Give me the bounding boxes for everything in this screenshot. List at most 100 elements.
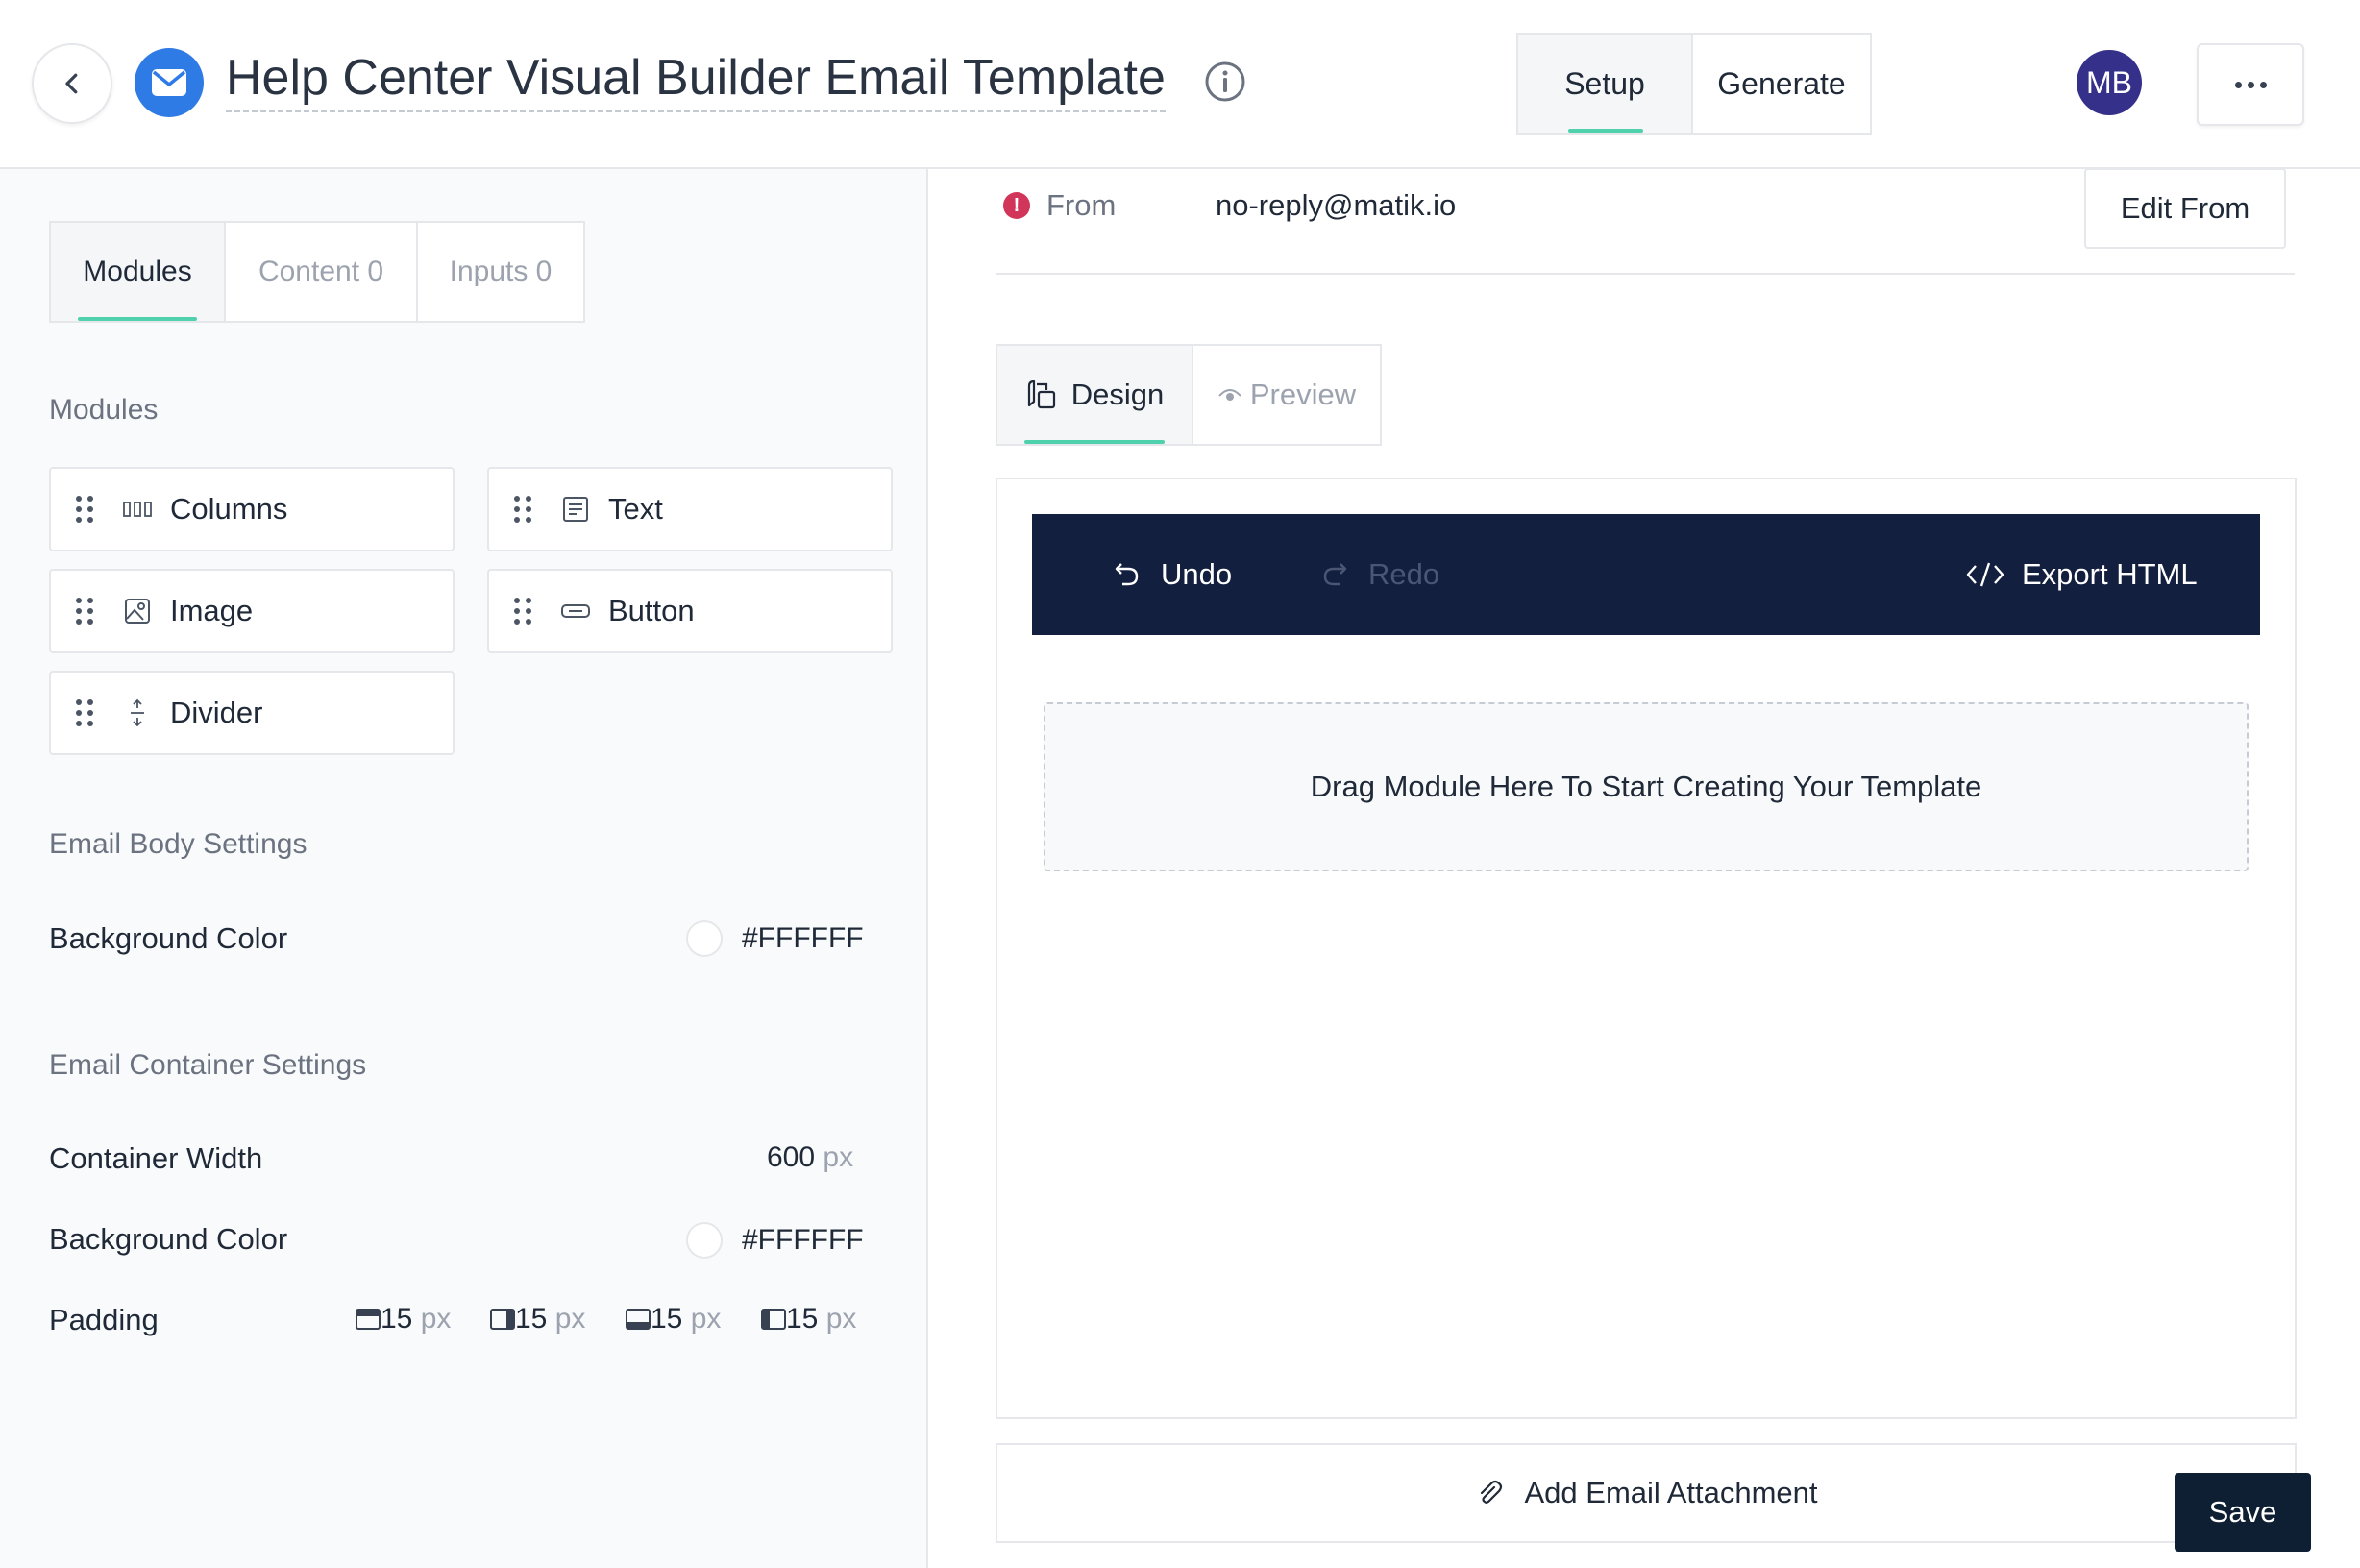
tab-inputs-label: Inputs 0 (449, 256, 553, 287)
tab-preview[interactable]: Preview (1193, 346, 1380, 444)
module-label: Button (608, 594, 695, 627)
module-button[interactable]: Button (487, 569, 893, 653)
container-width-field[interactable]: 600 px (767, 1141, 853, 1174)
tab-preview-label: Preview (1249, 378, 1357, 411)
redo-button[interactable]: Redo (1320, 514, 1439, 635)
redo-label: Redo (1368, 557, 1440, 591)
module-image[interactable]: Image (49, 569, 455, 653)
padding-top-value: 15 (381, 1303, 413, 1335)
avatar-initials: MB (2086, 64, 2132, 100)
undo-label: Undo (1161, 557, 1233, 591)
unit-label: px (825, 1303, 857, 1335)
avatar[interactable]: MB (2077, 50, 2142, 115)
columns-icon (122, 494, 153, 525)
edit-from-button[interactable]: Edit From (2084, 168, 2286, 249)
module-columns[interactable]: Columns (49, 467, 455, 551)
mail-icon (135, 48, 204, 117)
module-label: Divider (170, 696, 263, 729)
unit-label: px (690, 1303, 722, 1335)
module-label: Columns (170, 492, 288, 526)
module-text[interactable]: Text (487, 467, 893, 551)
drop-zone-text: Drag Module Here To Start Creating Your … (1310, 770, 1982, 803)
left-sidebar: Modules Content 0 Inputs 0 Modules Colum… (0, 169, 928, 1568)
code-icon (1966, 562, 2004, 587)
alert-icon: ! (1003, 192, 1030, 219)
paperclip-icon (1480, 1480, 1502, 1504)
save-button[interactable]: Save (2175, 1473, 2311, 1552)
export-html-button[interactable]: Export HTML (1966, 514, 2198, 635)
unit-label: px (823, 1141, 854, 1173)
padding-top-icon (356, 1309, 381, 1330)
tab-generate[interactable]: Generate (1693, 35, 1870, 133)
design-icon (1027, 380, 1055, 409)
drag-handle-icon[interactable] (514, 598, 531, 625)
more-horizontal-icon (2232, 81, 2270, 88)
body-color-hex[interactable]: #FFFFFF (742, 922, 864, 955)
back-button[interactable] (32, 43, 112, 124)
container-color-hex[interactable]: #FFFFFF (742, 1224, 864, 1257)
drag-handle-icon[interactable] (76, 699, 93, 726)
drag-handle-icon[interactable] (76, 598, 93, 625)
tab-modules[interactable]: Modules (51, 223, 226, 321)
padding-top-field[interactable]: 15 px (356, 1303, 451, 1335)
tab-generate-label: Generate (1717, 65, 1846, 101)
tab-setup[interactable]: Setup (1518, 35, 1693, 133)
body-color-swatch[interactable] (686, 920, 723, 957)
undo-button[interactable]: Undo (1113, 514, 1232, 635)
drag-handle-icon[interactable] (76, 496, 93, 523)
more-options-button[interactable] (2197, 43, 2304, 126)
padding-right-icon (490, 1309, 515, 1330)
from-email: no-reply@matik.io (1216, 188, 1457, 222)
email-canvas: Undo Redo Export HTML Drag Module Here T… (996, 478, 2297, 1419)
unit-label: px (420, 1303, 452, 1335)
padding-right-value: 15 (515, 1303, 548, 1335)
chevron-left-icon (65, 73, 78, 94)
undo-icon (1115, 563, 1139, 586)
active-tab-indicator (78, 317, 197, 321)
divider-icon (122, 698, 153, 728)
page-title[interactable]: Help Center Visual Builder Email Templat… (226, 48, 1166, 112)
tab-design-label: Design (1070, 378, 1165, 411)
view-tabs: Design Preview (996, 344, 1382, 446)
text-icon (560, 494, 591, 525)
body-background-color-label: Background Color (49, 921, 288, 955)
module-divider[interactable]: Divider (49, 671, 455, 755)
export-html-label: Export HTML (2022, 557, 2198, 591)
top-header: Help Center Visual Builder Email Templat… (0, 0, 2360, 169)
info-icon[interactable] (1204, 61, 1246, 103)
tab-setup-label: Setup (1564, 65, 1645, 101)
padding-left-icon (761, 1309, 786, 1330)
tab-content[interactable]: Content 0 (226, 223, 418, 321)
padding-left-value: 15 (786, 1303, 819, 1335)
module-label: Image (170, 594, 254, 627)
module-drop-zone[interactable]: Drag Module Here To Start Creating Your … (1044, 702, 2249, 871)
padding-right-field[interactable]: 15 px (490, 1303, 585, 1335)
tab-inputs[interactable]: Inputs 0 (418, 223, 583, 321)
tab-modules-label: Modules (83, 256, 192, 287)
tab-content-label: Content 0 (258, 256, 384, 287)
tab-design[interactable]: Design (997, 346, 1193, 444)
button-icon (560, 596, 591, 626)
email-body-settings-heading: Email Body Settings (49, 828, 307, 860)
mode-tabs: Setup Generate (1516, 33, 1872, 135)
padding-bottom-value: 15 (651, 1303, 683, 1335)
container-width-value: 600 (767, 1141, 816, 1173)
active-tab-indicator (1568, 129, 1643, 133)
unit-label: px (554, 1303, 586, 1335)
container-background-color-label: Background Color (49, 1222, 288, 1256)
padding-bottom-field[interactable]: 15 px (626, 1303, 721, 1335)
attachment-label: Add Email Attachment (1524, 1476, 1818, 1509)
module-label: Text (608, 492, 663, 526)
image-icon (122, 596, 153, 626)
padding-label: Padding (49, 1303, 159, 1336)
modules-heading: Modules (49, 394, 159, 426)
container-color-swatch[interactable] (686, 1222, 723, 1259)
email-container-settings-heading: Email Container Settings (49, 1049, 367, 1081)
drag-handle-icon[interactable] (514, 496, 531, 523)
padding-left-field[interactable]: 15 px (761, 1303, 856, 1335)
redo-icon (1323, 563, 1347, 586)
container-width-label: Container Width (49, 1141, 263, 1175)
from-label: From (1046, 188, 1117, 222)
add-email-attachment-button[interactable]: Add Email Attachment (996, 1443, 2297, 1543)
sidebar-tabs: Modules Content 0 Inputs 0 (49, 221, 585, 323)
